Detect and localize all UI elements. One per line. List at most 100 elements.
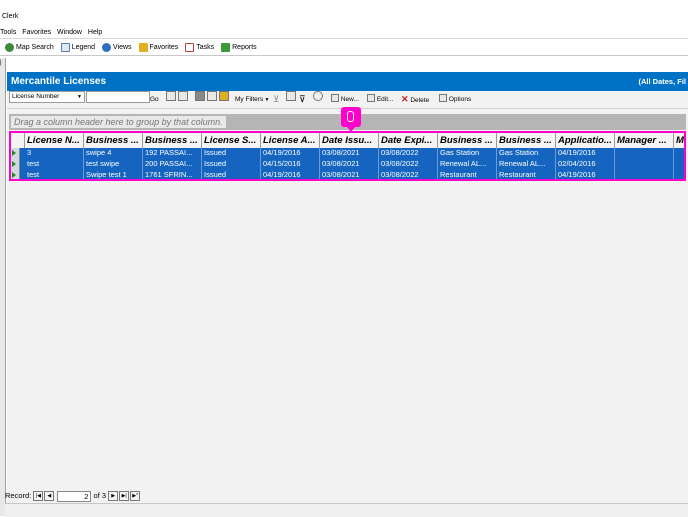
table-cell[interactable]: 04/19/2016 — [556, 170, 615, 179]
table-cell[interactable]: Renewal AL... — [438, 159, 497, 170]
reports-icon — [221, 42, 231, 52]
table-cell[interactable]: 03/08/2021 — [320, 148, 379, 159]
delete-button[interactable]: ✕ Delete — [401, 91, 429, 109]
menu-window[interactable]: Window — [57, 29, 82, 36]
column-header[interactable]: License A... — [261, 133, 320, 148]
column-header[interactable]: Date Expi... — [379, 133, 438, 148]
legend-icon — [60, 42, 70, 52]
my-filters-button[interactable]: My Filters ▼ — [235, 91, 270, 109]
column-header[interactable]: License S... — [202, 133, 261, 148]
tasks-icon — [185, 42, 195, 52]
legend-button[interactable]: Legend — [60, 40, 95, 55]
table-cell[interactable]: test swipe — [84, 159, 143, 170]
record-number-input[interactable]: 2 — [57, 490, 92, 502]
search-field-value: License Number — [12, 93, 60, 100]
prev-record-button[interactable]: ◀ — [44, 491, 55, 502]
column-header[interactable]: Manager ... — [615, 133, 674, 148]
grid-area: Drag a column header here to group by th… — [7, 112, 688, 490]
table-cell[interactable]: Gas Station — [438, 148, 497, 159]
table-cell[interactable] — [674, 159, 684, 170]
column-header[interactable]: Business ... — [438, 133, 497, 148]
menu-favorites[interactable]: Favorites — [22, 29, 51, 36]
table-cell[interactable]: 3 — [25, 148, 84, 159]
menu-bar: Tools Favorites Window Help — [0, 27, 688, 39]
column-header[interactable]: License N... — [25, 133, 84, 148]
new-button[interactable]: New... — [331, 91, 359, 108]
table-cell[interactable]: Swipe test 1 — [84, 170, 143, 179]
grid-layout-icon[interactable] — [207, 91, 217, 101]
options-icon — [439, 94, 447, 102]
go-button[interactable]: Go — [150, 91, 159, 108]
table-cell[interactable] — [674, 170, 684, 179]
horizontal-scrollbar[interactable] — [5, 503, 688, 517]
table-cell[interactable]: Issued — [202, 159, 261, 170]
menu-tools[interactable]: Tools — [0, 29, 16, 36]
table-cell[interactable]: 03/08/2022 — [379, 159, 438, 170]
table-cell[interactable]: 200 PASSAI... — [143, 159, 202, 170]
table-cell[interactable] — [674, 148, 684, 159]
table-cell[interactable]: 02/04/2016 — [556, 159, 615, 170]
table-cell[interactable]: Issued — [202, 148, 261, 159]
table-cell[interactable]: Issued — [202, 170, 261, 179]
table-cell[interactable]: 03/08/2022 — [379, 170, 438, 179]
row-arrow-icon — [12, 172, 16, 178]
table-cell[interactable]: 04/19/2016 — [261, 148, 320, 159]
edit-button[interactable]: Edit... — [367, 91, 393, 108]
table-cell[interactable]: 04/15/2016 — [261, 159, 320, 170]
search-icon[interactable] — [313, 91, 323, 101]
menu-help[interactable]: Help — [88, 29, 102, 36]
favorites-button[interactable]: Favorites — [138, 40, 178, 55]
column-header[interactable]: Date Issu... — [320, 133, 379, 148]
search-input[interactable] — [86, 91, 150, 103]
column-header[interactable]: Applicatio... — [556, 133, 615, 148]
row-selector[interactable] — [11, 148, 20, 159]
refresh-icon[interactable] — [178, 91, 188, 101]
left-splitter[interactable]: | — [0, 58, 6, 516]
reports-button[interactable]: Reports — [221, 40, 257, 55]
last-record-button[interactable]: ▶| — [119, 491, 130, 502]
record-count: of 3 — [93, 491, 107, 500]
table-cell[interactable]: 192 PASSAI... — [143, 148, 202, 159]
filter-icon[interactable]: ⊽ — [299, 91, 306, 108]
folder-icon[interactable] — [219, 91, 229, 101]
table-cell[interactable]: 03/08/2021 — [320, 159, 379, 170]
table-row[interactable]: test Swipe test 1 1761 SFRIN... Issued 0… — [11, 170, 684, 179]
first-record-button[interactable]: |◀ — [33, 491, 44, 502]
table-cell[interactable]: test — [25, 170, 84, 179]
table-cell[interactable]: Restaurant — [438, 170, 497, 179]
table-cell[interactable]: Gas Station — [497, 148, 556, 159]
filter-clear-icon[interactable]: ⊻ — [273, 91, 280, 108]
row-selector[interactable] — [11, 159, 20, 170]
table-cell[interactable] — [615, 159, 674, 170]
table-cell[interactable]: 04/19/2016 — [261, 170, 320, 179]
search-field-select[interactable]: License Number ▼ — [9, 91, 85, 103]
calendar-icon[interactable] — [166, 91, 176, 101]
print-icon[interactable] — [195, 91, 205, 101]
table-cell[interactable]: 1761 SFRIN... — [143, 170, 202, 179]
close-icon: ✕ — [401, 94, 409, 104]
row-selector[interactable] — [11, 170, 20, 179]
column-header[interactable]: Business ... — [84, 133, 143, 148]
chevron-down-icon: ▼ — [263, 97, 270, 103]
column-filter-icon[interactable] — [286, 91, 296, 101]
table-cell[interactable] — [615, 170, 674, 179]
filter-summary: (All Dates, Fil — [638, 77, 686, 86]
views-button[interactable]: Views — [102, 40, 132, 55]
options-button[interactable]: Options — [439, 91, 471, 108]
new-record-button[interactable]: ▶* — [130, 491, 141, 502]
table-cell[interactable]: test — [25, 159, 84, 170]
tasks-button[interactable]: Tasks — [185, 40, 214, 55]
column-header[interactable]: Business ... — [497, 133, 556, 148]
table-cell[interactable]: 04/19/2016 — [556, 148, 615, 159]
table-cell[interactable]: 03/08/2021 — [320, 170, 379, 179]
column-header[interactable]: Ma — [674, 133, 684, 148]
map-search-button[interactable]: Map Search — [5, 40, 54, 55]
favorites-icon — [138, 42, 148, 52]
table-cell[interactable] — [615, 148, 674, 159]
table-cell[interactable]: 03/08/2022 — [379, 148, 438, 159]
next-record-button[interactable]: ▶ — [108, 491, 119, 502]
column-header[interactable]: Business ... — [143, 133, 202, 148]
table-cell[interactable]: Renewal AL... — [497, 159, 556, 170]
table-cell[interactable]: swipe 4 — [84, 148, 143, 159]
table-cell[interactable]: Restaurant — [497, 170, 556, 179]
